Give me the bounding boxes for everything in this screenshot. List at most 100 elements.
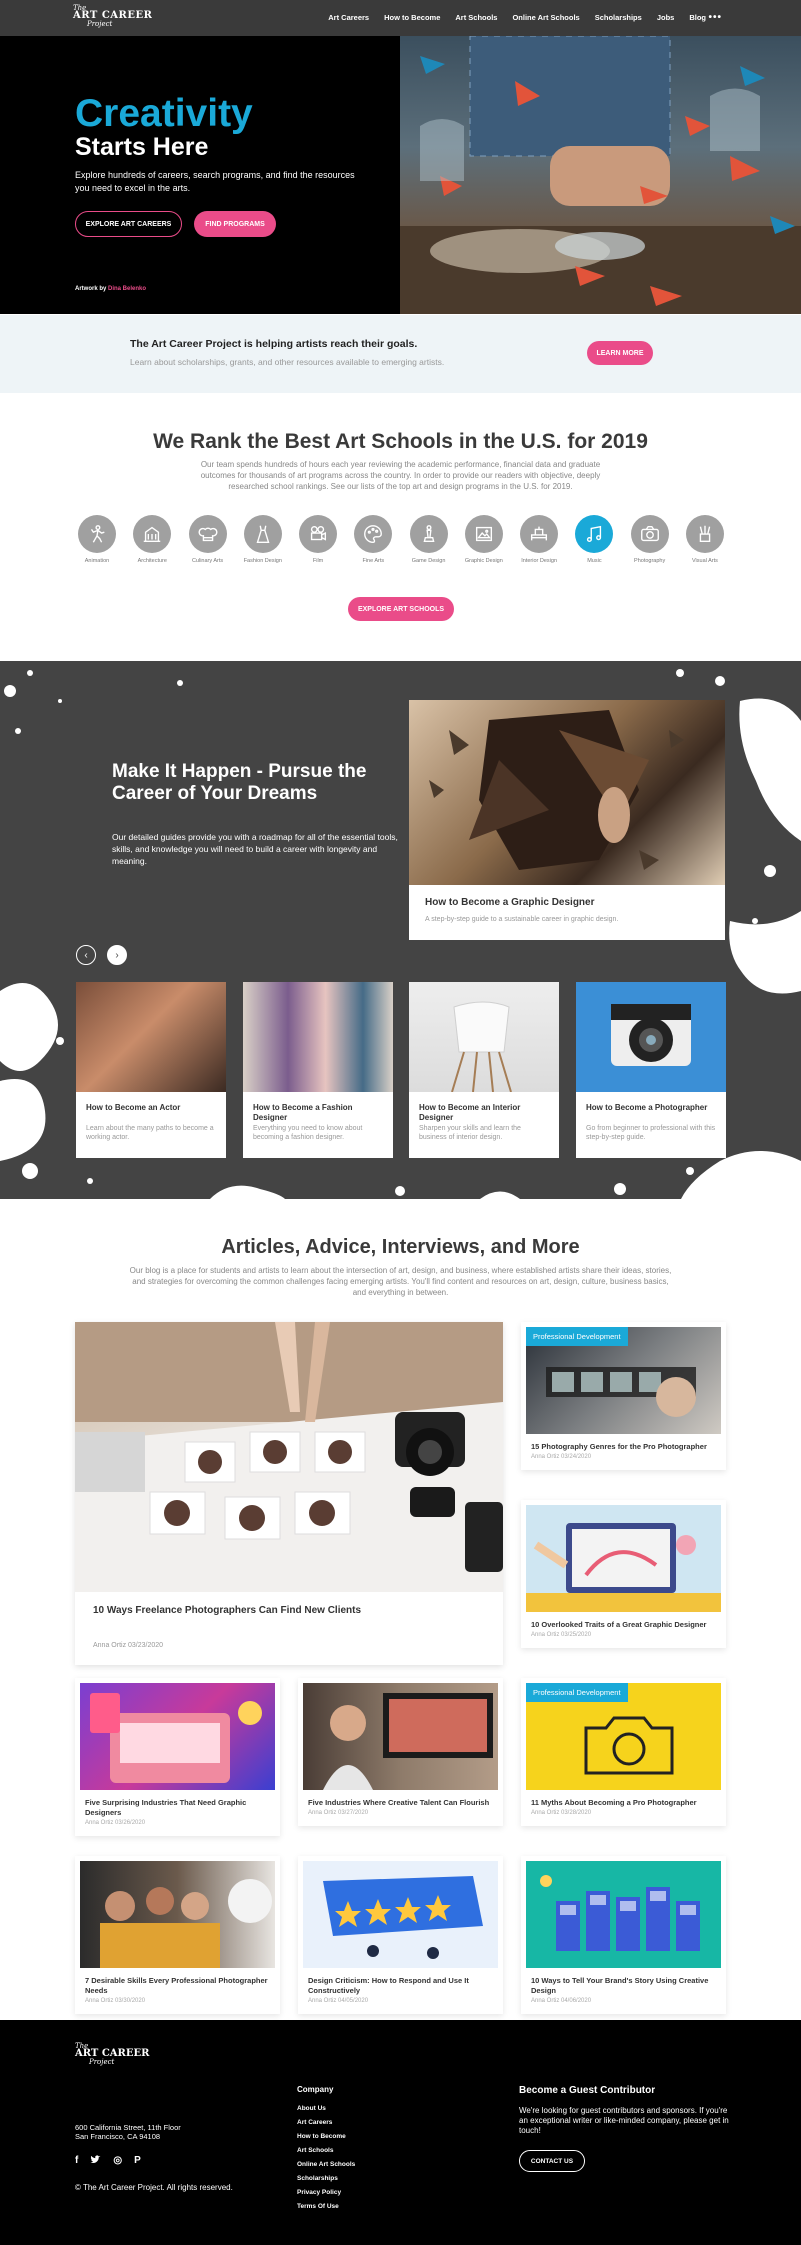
contact-us-button[interactable]: CONTACT US [519, 2150, 585, 2172]
category-architecture[interactable]: Architecture [130, 515, 174, 565]
article-card[interactable]: Design Criticism: How to Respond and Use… [298, 1856, 503, 2014]
site-header: The ART CAREER Project Art Careers How t… [0, 0, 801, 36]
article-image [80, 1861, 275, 1968]
category-label: Fine Arts [362, 558, 385, 564]
learn-more-button[interactable]: LEARN MORE [587, 341, 653, 365]
footer-logo[interactable]: The ART CAREER Project [75, 2042, 149, 2066]
footer-link-terms-of-use[interactable]: Terms Of Use [297, 2203, 355, 2210]
career-card-photographer[interactable]: How to Become a Photographer Go from beg… [576, 982, 726, 1158]
brush-jar-icon [685, 515, 724, 553]
music-note-icon [575, 515, 614, 553]
article-card[interactable]: 10 Ways to Tell Your Brand's Story Using… [521, 1856, 726, 2014]
footer-link-art-schools[interactable]: Art Schools [297, 2147, 355, 2154]
category-culinary-arts[interactable]: Culinary Arts [186, 515, 230, 565]
footer-link-privacy-policy[interactable]: Privacy Policy [297, 2189, 355, 2196]
footer-link-about-us[interactable]: About Us [297, 2105, 355, 2112]
article-card[interactable]: Professional Development 15 Photography … [521, 1322, 726, 1470]
category-game-design[interactable]: Game Design [407, 515, 451, 565]
explore-art-schools-button[interactable]: EXPLORE ART SCHOOLS [348, 597, 454, 621]
category-label: Photography [634, 558, 666, 564]
featured-article-meta: Anna Ortiz 03/23/2020 [93, 1642, 164, 1649]
furniture-icon [520, 515, 559, 553]
article-title: Five Industries Where Creative Talent Ca… [308, 1798, 490, 1807]
instagram-icon[interactable]: ◎ [113, 2155, 122, 2168]
article-title: 10 Ways to Tell Your Brand's Story Using… [531, 1976, 709, 1995]
pinterest-icon[interactable]: P [134, 2155, 141, 2168]
main-nav: Art Careers How to Become Art Schools On… [328, 13, 706, 22]
article-meta: Anna Ortiz 03/28/2020 [531, 1810, 592, 1816]
career-title: Make It Happen - Pursue the Career of Yo… [112, 761, 367, 804]
category-fashion-design[interactable]: Fashion Design [241, 515, 285, 565]
category-photography[interactable]: Photography [628, 515, 672, 565]
facebook-icon[interactable]: f [75, 2155, 78, 2168]
help-subtitle: Learn about scholarships, grants, and ot… [130, 357, 445, 367]
credit-artist-link[interactable]: Dina Belenko [108, 286, 146, 292]
nav-online-art-schools[interactable]: Online Art Schools [512, 13, 579, 22]
featured-career-card[interactable]: How to Become a Graphic Designer A step-… [409, 700, 725, 940]
article-meta: Anna Ortiz 03/26/2020 [85, 1820, 146, 1826]
career-card-interior-designer[interactable]: How to Become an Interior Designer Sharp… [409, 982, 559, 1158]
card-subtitle: Everything you need to know about becomi… [253, 1125, 363, 1141]
category-fine-arts[interactable]: Fine Arts [351, 515, 395, 565]
chevron-left-icon: ‹ [84, 949, 88, 961]
film-camera-icon [299, 515, 338, 553]
article-image [303, 1861, 498, 1968]
actor-image [76, 982, 226, 1092]
career-card-actor[interactable]: How to Become an Actor Learn about the m… [76, 982, 226, 1158]
article-card[interactable]: Five Industries Where Creative Talent Ca… [298, 1678, 503, 1826]
footer-link-how-to-become[interactable]: How to Become [297, 2133, 355, 2140]
logo-line3: Project [89, 2058, 115, 2066]
article-image: Professional Development [526, 1683, 721, 1790]
featured-article-card[interactable]: 10 Ways Freelance Photographers Can Find… [75, 1322, 503, 1665]
article-image [526, 1861, 721, 1968]
rank-description: Our team spends hundreds of hours each y… [200, 460, 601, 491]
logo-line3: Project [87, 20, 113, 28]
nav-scholarships[interactable]: Scholarships [595, 13, 642, 22]
category-animation[interactable]: Animation [75, 515, 119, 565]
footer-link-scholarships[interactable]: Scholarships [297, 2175, 355, 2182]
nav-jobs[interactable]: Jobs [657, 13, 675, 22]
nav-art-careers[interactable]: Art Careers [328, 13, 369, 22]
article-card[interactable]: 7 Desirable Skills Every Professional Ph… [75, 1856, 280, 2014]
category-interior-design[interactable]: Interior Design [517, 515, 561, 565]
category-visual-arts[interactable]: Visual Arts [683, 515, 727, 565]
footer-address: 600 California Street, 11th Floor San Fr… [75, 2123, 181, 2141]
company-heading: Company [297, 2085, 334, 2094]
guest-contributor-text: We're looking for guest contributors and… [519, 2106, 729, 2135]
nav-how-to-become[interactable]: How to Become [384, 13, 440, 22]
find-programs-button[interactable]: FIND PROGRAMS [194, 211, 276, 237]
category-graphic-design[interactable]: Graphic Design [462, 515, 506, 565]
animation-icon [78, 515, 116, 553]
article-card[interactable]: 10 Overlooked Traits of a Great Graphic … [521, 1500, 726, 1648]
featured-article-title: 10 Ways Freelance Photographers Can Find… [93, 1605, 362, 1616]
article-title: Five Surprising Industries That Need Gra… [85, 1798, 247, 1817]
logo-line2: ART CAREER [73, 10, 153, 21]
category-film[interactable]: Film [296, 515, 340, 565]
card-subtitle: Sharpen your skills and learn the busine… [419, 1125, 521, 1141]
category-label: Animation [84, 558, 110, 564]
article-card[interactable]: Five Surprising Industries That Need Gra… [75, 1678, 280, 1836]
carousel-prev-button[interactable]: ‹ [76, 945, 96, 965]
explore-careers-button[interactable]: EXPLORE ART CAREERS [75, 211, 182, 237]
category-music[interactable]: Music [572, 515, 616, 565]
footer-link-online-art-schools[interactable]: Online Art Schools [297, 2161, 355, 2168]
article-title: 11 Myths About Becoming a Pro Photograph… [531, 1798, 697, 1807]
footer-link-art-careers[interactable]: Art Careers [297, 2119, 355, 2126]
article-image [303, 1683, 498, 1790]
hero-title-creativity: Creativity [75, 92, 253, 135]
card-title: How to Become an Actor [86, 1103, 181, 1112]
article-card[interactable]: Professional Development 11 Myths About … [521, 1678, 726, 1826]
address-line2: San Francisco, CA 94108 [75, 2132, 161, 2141]
site-logo[interactable]: The ART CAREER Project [73, 4, 152, 28]
more-menu-icon[interactable]: ••• [708, 12, 722, 23]
nav-blog[interactable]: Blog [689, 13, 706, 22]
nav-art-schools[interactable]: Art Schools [455, 13, 497, 22]
career-card-fashion-designer[interactable]: How to Become a Fashion Designer Everyth… [243, 982, 393, 1158]
carousel-next-button[interactable]: › [107, 945, 127, 965]
article-title: Design Criticism: How to Respond and Use… [308, 1976, 469, 1995]
twitter-icon[interactable] [90, 2155, 101, 2168]
chess-piece-icon [409, 515, 448, 553]
category-label: Graphic Design [464, 558, 503, 564]
card-title: How to Become a Photographer [586, 1103, 708, 1112]
help-banner: The Art Career Project is helping artist… [0, 315, 801, 393]
